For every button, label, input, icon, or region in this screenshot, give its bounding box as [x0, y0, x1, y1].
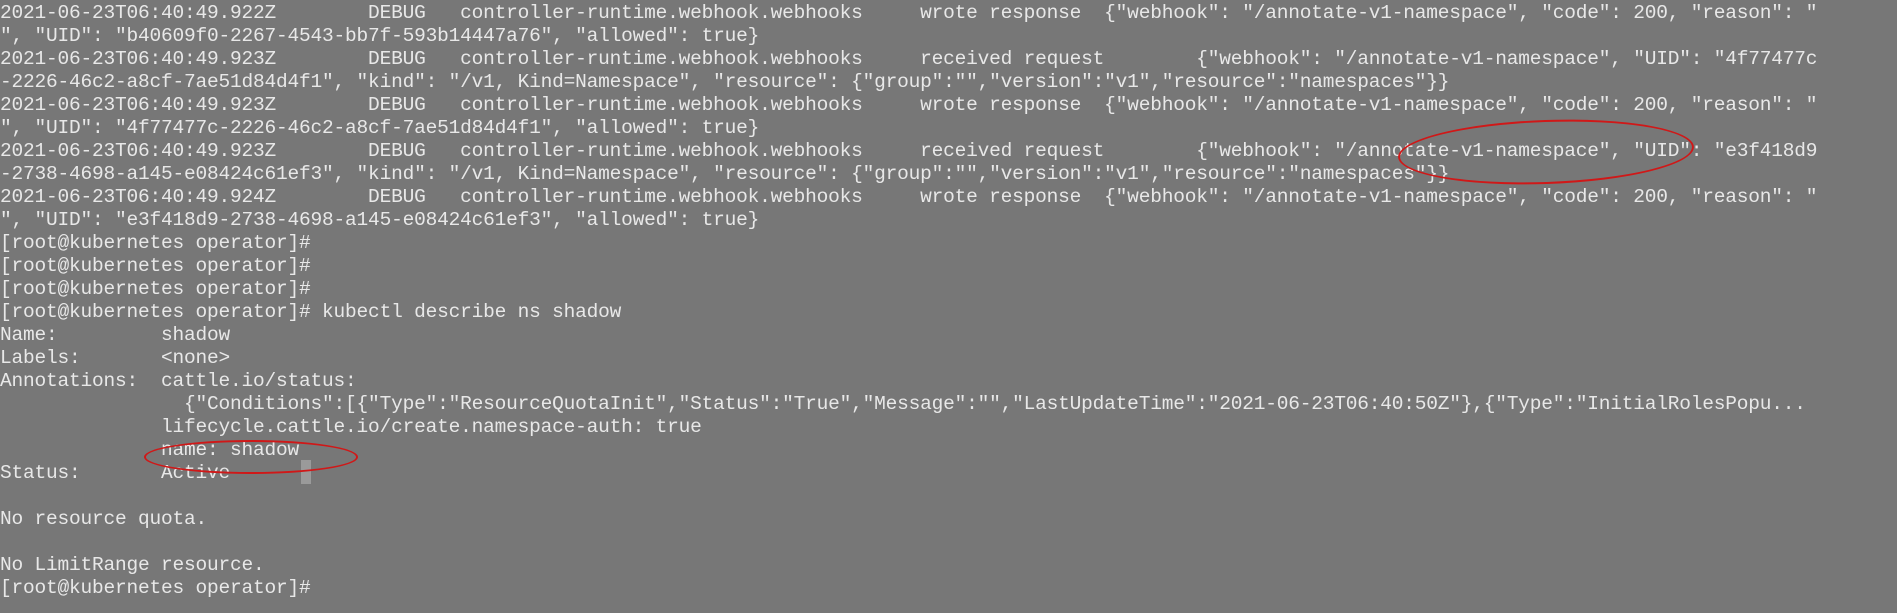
- annotation-highlight-ellipse: [1396, 114, 1696, 190]
- terminal-line: 2021-06-23T06:40:49.924Z DEBUG controlle…: [0, 186, 1818, 208]
- terminal-line: 2021-06-23T06:40:49.923Z DEBUG controlle…: [0, 94, 1818, 116]
- terminal-window[interactable]: 2021-06-23T06:40:49.922Z DEBUG controlle…: [0, 0, 1897, 613]
- terminal-line: ", "UID": "b40609f0-2267-4543-bb7f-593b1…: [0, 25, 760, 47]
- terminal-line: 2021-06-23T06:40:49.923Z DEBUG controlle…: [0, 48, 1818, 70]
- shell-prompt: [root@kubernetes operator]#: [0, 255, 311, 277]
- terminal-line: ", "UID": "4f77477c-2226-46c2-a8cf-7ae51…: [0, 117, 760, 139]
- command-line: [root@kubernetes operator]# kubectl desc…: [0, 301, 622, 323]
- describe-name: Name: shadow: [0, 324, 231, 346]
- annotation-highlight-ellipse: [144, 440, 358, 474]
- describe-annotations: Annotations: cattle.io/status:: [0, 370, 357, 392]
- annotation-lifecycle: lifecycle.cattle.io/create.namespace-aut…: [0, 416, 702, 438]
- annotation-status-value: {"Conditions":[{"Type":"ResourceQuotaIni…: [0, 393, 1806, 415]
- terminal-line: -2226-46c2-a8cf-7ae51d84d4f1", "kind": "…: [0, 71, 1450, 93]
- terminal-line: ", "UID": "e3f418d9-2738-4698-a145-e0842…: [0, 209, 760, 231]
- shell-prompt: [root@kubernetes operator]#: [0, 232, 311, 254]
- shell-prompt: [root@kubernetes operator]#: [0, 278, 311, 300]
- limitrange-line: No LimitRange resource.: [0, 554, 265, 576]
- shell-prompt: [root@kubernetes operator]#: [0, 577, 311, 599]
- resource-quota-line: No resource quota.: [0, 508, 208, 530]
- terminal-line: 2021-06-23T06:40:49.922Z DEBUG controlle…: [0, 2, 1818, 24]
- describe-labels: Labels: <none>: [0, 347, 231, 369]
- terminal-line: -2738-4698-a145-e08424c61ef3", "kind": "…: [0, 163, 1450, 185]
